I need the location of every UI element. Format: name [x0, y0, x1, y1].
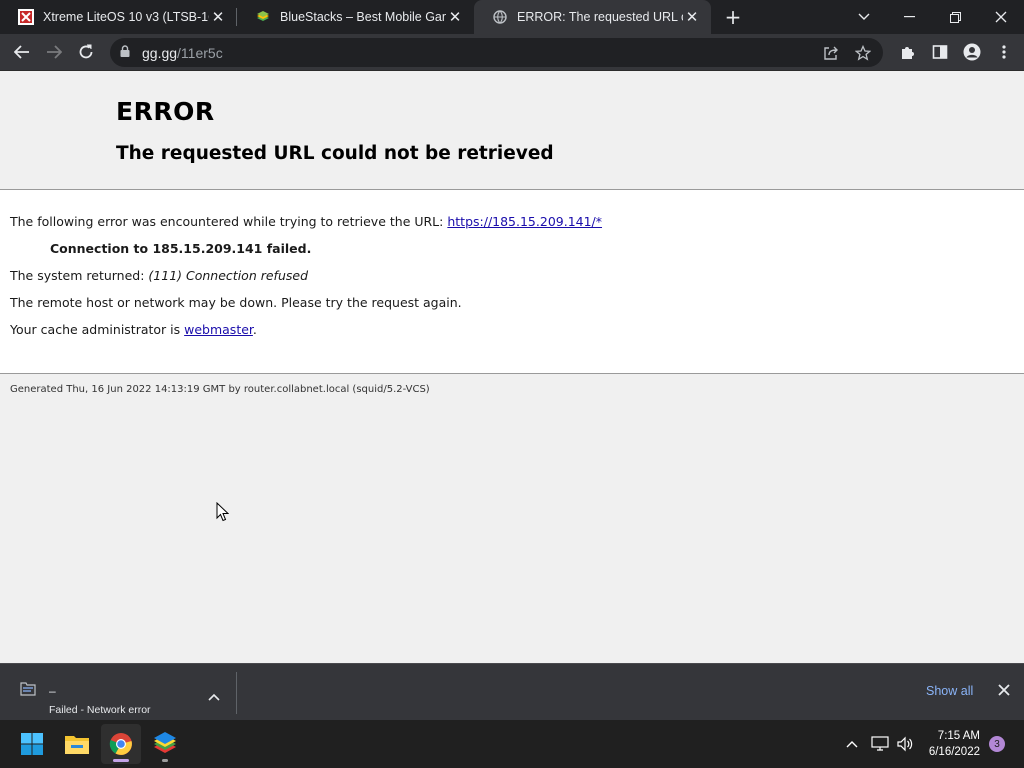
bluestacks-icon[interactable] — [145, 724, 185, 764]
download-separator — [236, 672, 237, 714]
bluestacks-favicon — [255, 9, 271, 25]
active-indicator — [113, 759, 129, 762]
toolbar-right — [892, 36, 1020, 68]
extensions-puzzle-icon[interactable] — [892, 36, 924, 68]
error-line-text: The following error was encountered whil… — [10, 214, 448, 229]
start-windows-icon[interactable] — [12, 724, 52, 764]
running-indicator — [162, 759, 168, 762]
error-url-link[interactable]: https://185.15.209.141/* — [447, 214, 602, 229]
tab-close-icon[interactable]: ✕ — [683, 8, 701, 26]
tab-title: ERROR: The requested URL could — [517, 10, 683, 24]
menu-kebab-icon[interactable] — [988, 36, 1020, 68]
tab-search-chevron-icon[interactable] — [842, 0, 886, 34]
clock-time: 7:15 AM — [937, 730, 980, 742]
share-icon[interactable] — [815, 38, 847, 67]
volume-icon[interactable] — [893, 720, 917, 768]
error-line-system: The system returned: (111) Connection re… — [10, 268, 308, 283]
error-page: ERROR The requested URL could not be ret… — [0, 71, 1024, 663]
chevron-up-icon[interactable] — [208, 690, 220, 704]
error-heading: ERROR — [116, 97, 215, 126]
bookmark-star-icon[interactable] — [847, 38, 879, 67]
error-line-connection: Connection to 185.15.209.141 failed. — [50, 241, 312, 256]
error-title-box: ERROR The requested URL could not be ret… — [0, 71, 1024, 190]
webmaster-link[interactable]: webmaster — [184, 322, 253, 337]
error-line-remote: The remote host or network may be down. … — [10, 295, 462, 310]
error-footer: Generated Thu, 16 Jun 2022 14:13:19 GMT … — [10, 384, 430, 395]
tab-close-icon[interactable]: ✕ — [446, 8, 464, 26]
taskbar: 7:15 AM 6/16/2022 3 — [0, 720, 1024, 768]
forward-button[interactable] — [38, 36, 70, 68]
error-system-message: (111) Connection refused — [148, 268, 308, 283]
browser-toolbar: gg.gg/11er5c — [0, 34, 1024, 71]
system-clock[interactable]: 7:15 AM 6/16/2022 — [929, 728, 980, 760]
tab-title: Xtreme LiteOS 10 v3 (LTSB-1607) — [43, 10, 209, 24]
globe-icon — [492, 9, 508, 25]
tab-xtreme-liteos[interactable]: Xtreme LiteOS 10 v3 (LTSB-1607) ✕ — [0, 0, 237, 34]
clock-date: 6/16/2022 — [928, 746, 980, 758]
close-icon[interactable] — [998, 682, 1010, 700]
error-content: The following error was encountered whil… — [0, 190, 1024, 374]
profile-avatar-icon[interactable] — [956, 36, 988, 68]
download-filename: – — [49, 684, 56, 698]
tab-bluestacks[interactable]: BlueStacks – Best Mobile Gaming ✕ — [237, 0, 474, 34]
reload-button[interactable] — [70, 36, 102, 68]
restore-button[interactable] — [932, 0, 978, 34]
download-bar: – Failed - Network error Show all — [0, 663, 1024, 720]
side-panel-icon[interactable] — [924, 36, 956, 68]
tray-overflow-chevron-icon[interactable] — [842, 720, 862, 768]
tab-close-icon[interactable]: ✕ — [209, 8, 227, 26]
file-icon — [20, 682, 36, 700]
download-status: Failed - Network error — [49, 704, 151, 716]
file-explorer-icon[interactable] — [57, 724, 97, 764]
tab-title: BlueStacks – Best Mobile Gaming — [280, 10, 446, 24]
url-path: /11er5c — [177, 44, 223, 61]
error-line-url: The following error was encountered whil… — [10, 214, 602, 229]
chrome-icon[interactable] — [101, 724, 141, 764]
back-button[interactable] — [6, 36, 38, 68]
address-bar[interactable]: gg.gg/11er5c — [110, 38, 883, 67]
error-line-text: . — [252, 322, 257, 337]
notification-badge[interactable]: 3 — [989, 736, 1005, 752]
minimize-button[interactable] — [886, 0, 932, 34]
xtreme-favicon — [18, 9, 34, 25]
network-icon[interactable] — [868, 720, 892, 768]
close-window-button[interactable] — [978, 0, 1024, 34]
lock-icon[interactable] — [120, 45, 134, 60]
error-line-admin: Your cache administrator is webmaster. — [10, 322, 257, 337]
download-item[interactable]: – Failed - Network error — [12, 672, 234, 716]
error-line-text: The system returned: — [10, 268, 149, 283]
tab-strip: Xtreme LiteOS 10 v3 (LTSB-1607) ✕ BlueSt… — [0, 0, 1024, 34]
window-controls — [842, 0, 1024, 34]
url-host: gg.gg — [142, 44, 178, 61]
error-subheading: The requested URL could not be retrieved — [116, 143, 554, 164]
error-line-text: Your cache administrator is — [10, 322, 185, 337]
omnibox-actions — [815, 38, 879, 67]
show-all-button[interactable]: Show all — [926, 684, 973, 698]
mouse-cursor-icon — [216, 501, 230, 526]
tab-error-active[interactable]: ERROR: The requested URL could ✕ — [474, 0, 711, 34]
new-tab-button[interactable]: + — [717, 0, 749, 34]
